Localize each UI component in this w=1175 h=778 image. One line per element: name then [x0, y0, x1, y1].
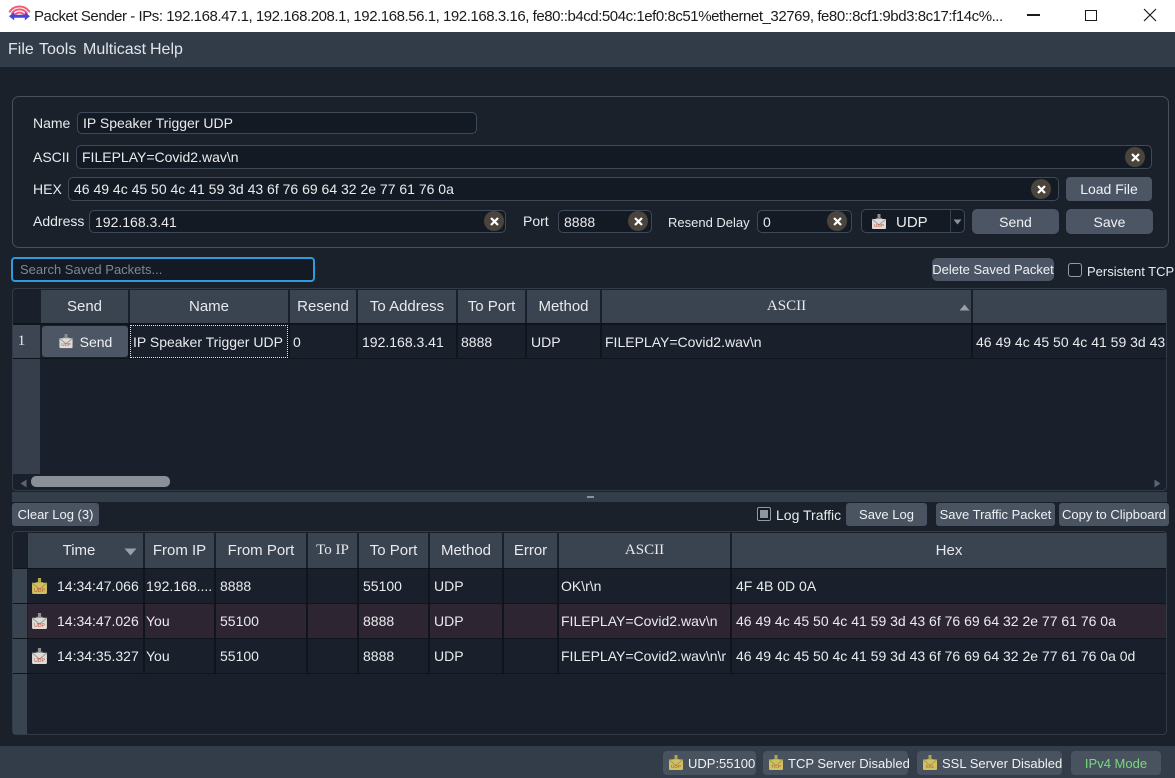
svg-text:UDP: UDP — [34, 658, 45, 664]
svg-text:UDP: UDP — [671, 764, 681, 770]
svg-text:SSL: SSL — [925, 764, 934, 770]
svg-text:UDP: UDP — [874, 223, 884, 229]
svg-text:TCP: TCP — [771, 764, 781, 770]
svg-text:UDP: UDP — [61, 342, 71, 347]
svg-text:UDP: UDP — [34, 623, 45, 629]
svg-text:UDP: UDP — [34, 588, 45, 594]
